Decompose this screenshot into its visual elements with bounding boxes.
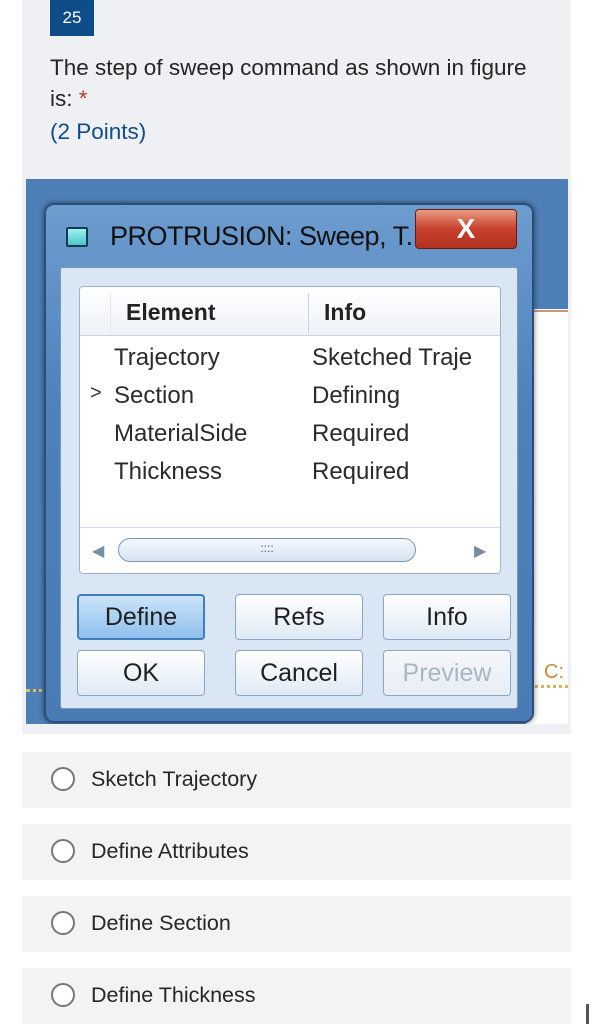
element-cell: MaterialSide <box>114 420 248 447</box>
close-icon: X <box>456 213 476 244</box>
scroll-left-icon: ◀ <box>92 543 105 560</box>
window-icon <box>66 227 88 247</box>
horizontal-scrollbar: ◀ :::: ▶ <box>80 527 500 573</box>
ok-button: OK <box>77 650 205 696</box>
element-cell: Thickness <box>114 458 223 485</box>
answer-option[interactable]: Sketch Trajectory <box>22 752 571 808</box>
answer-option[interactable]: Define Attributes <box>22 824 571 880</box>
dialog-title: PROTRUSION: Sweep, T... <box>110 221 427 251</box>
table-row: Trajectory Sketched Traje <box>80 340 500 378</box>
preview-button: Preview <box>383 650 511 696</box>
answer-option[interactable]: Define Section <box>22 896 571 952</box>
table-row: Thickness Required <box>80 454 500 492</box>
answer-option-label[interactable]: Sketch Trajectory <box>91 767 257 792</box>
answer-option[interactable]: Define Thickness <box>22 968 571 1024</box>
dialog-content-panel: Element Info Trajectory Sketched Traje >… <box>60 267 518 709</box>
scroll-grip-icon: :::: <box>260 541 274 555</box>
refs-button: Refs <box>235 594 363 640</box>
element-info-table: Element Info Trajectory Sketched Traje >… <box>79 286 501 574</box>
info-cell: Sketched Traje <box>312 344 473 371</box>
answer-option-label[interactable]: Define Attributes <box>91 839 249 864</box>
question-points: (2 Points) <box>50 119 147 144</box>
answer-option-label[interactable]: Define Thickness <box>91 983 256 1008</box>
question-text-body: The step of sweep command as shown in fi… <box>50 55 527 111</box>
answer-option-label[interactable]: Define Section <box>91 911 231 936</box>
radio-button[interactable] <box>51 839 75 863</box>
info-button: Info <box>383 594 511 640</box>
table-row: MaterialSide Required <box>80 416 500 454</box>
info-cell: Required <box>312 420 410 447</box>
radio-button[interactable] <box>51 983 75 1007</box>
current-row-marker: > <box>90 382 102 404</box>
question-text: The step of sweep command as shown in fi… <box>50 52 540 114</box>
radio-button[interactable] <box>51 767 75 791</box>
header-divider <box>110 293 111 333</box>
column-header-info: Info <box>324 299 367 325</box>
table-row: > Section Defining <box>80 378 500 416</box>
close-button: X <box>415 209 517 249</box>
info-cell: Required <box>312 458 410 485</box>
define-button: Define <box>77 594 205 640</box>
required-mark: * <box>78 86 88 111</box>
scroll-right-icon: ▶ <box>474 543 487 560</box>
scroll-thumb: :::: <box>118 538 416 562</box>
protrusion-dialog: PROTRUSION: Sweep, T... X Element Info T… <box>44 203 534 723</box>
table-header: Element Info <box>80 287 500 336</box>
element-cell: Trajectory <box>114 344 220 371</box>
radio-button[interactable] <box>51 911 75 935</box>
figure-background-fragment: C: <box>544 661 564 683</box>
column-header-element: Element <box>126 299 216 325</box>
cancel-button: Cancel <box>235 650 363 696</box>
info-cell: Defining <box>312 382 401 409</box>
question-figure: C: PROTRUSION: Sweep, T... X Element Inf… <box>26 179 568 724</box>
page-scrollbar[interactable] <box>586 1004 589 1024</box>
header-divider <box>308 293 309 333</box>
figure-background-dash <box>528 685 568 691</box>
element-cell: Section <box>114 382 195 409</box>
question-number-badge: 25 <box>50 0 94 36</box>
